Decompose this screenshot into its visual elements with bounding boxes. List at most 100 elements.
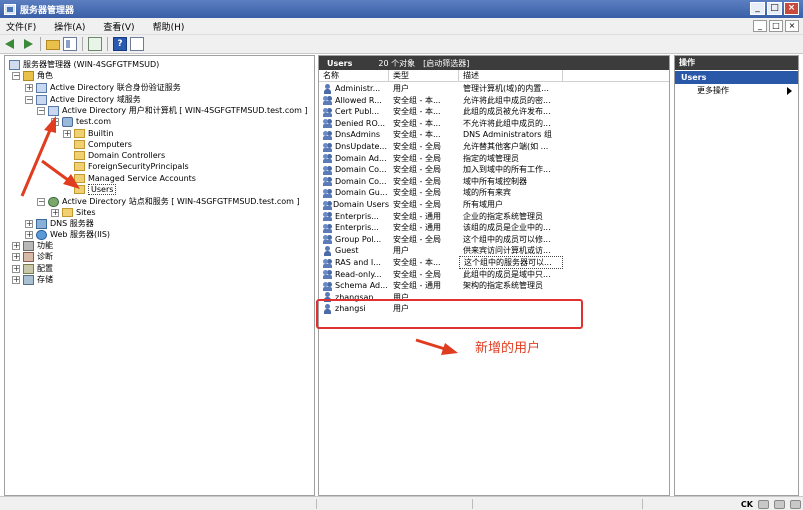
collapse-icon[interactable]: −	[37, 197, 45, 206]
menu-view[interactable]: 查看(V)	[103, 20, 134, 33]
row-name-cell: Enterpris...	[319, 223, 389, 233]
close-button[interactable]: ×	[784, 2, 799, 15]
group-icon	[323, 211, 332, 222]
filter-link[interactable]: [启动筛选器]	[423, 58, 469, 69]
input-method-indicator[interactable]: CK	[741, 500, 753, 509]
tree-node[interactable]: − test.com	[51, 116, 111, 127]
tree-node[interactable]: + Web 服务器(IIS)	[25, 229, 110, 240]
minimize-button[interactable]: _	[750, 2, 765, 15]
collapse-icon[interactable]: −	[25, 95, 33, 104]
tree-node[interactable]: + 存储	[12, 274, 53, 285]
table-row[interactable]: Group Pol... 安全组 - 全局 这个组中的成员可以修...	[319, 234, 563, 245]
expand-icon[interactable]: +	[25, 219, 33, 228]
row-name-cell: RAS and I...	[319, 258, 389, 268]
row-type: 安全组 - 全局	[393, 188, 441, 198]
table-row[interactable]: Schema Ad... 安全组 - 通用 架构的指定系统管理员	[319, 280, 563, 291]
expand-icon[interactable]: +	[12, 252, 20, 261]
toolbar-separator	[82, 37, 83, 51]
table-row[interactable]: Enterpris... 安全组 - 通用 企业的指定系统管理员	[319, 211, 563, 222]
row-type: 安全组 - 本...	[393, 258, 441, 267]
row-description: 指定的域管理员	[463, 153, 519, 163]
tree-node[interactable]: + 功能	[12, 240, 53, 251]
row-name: Administr...	[335, 84, 381, 93]
menu-help[interactable]: 帮助(H)	[153, 20, 185, 33]
collapse-icon[interactable]: −	[51, 117, 59, 126]
actions-section-users[interactable]: Users	[675, 71, 798, 84]
table-row[interactable]: Domain Co... 安全组 - 全局 加入到域中的所有工作...	[319, 164, 563, 175]
maximize-button[interactable]: □	[767, 2, 782, 15]
table-row[interactable]: Domain Co... 安全组 - 全局 域中所有域控制器	[319, 176, 563, 187]
show-hide-action-pane-icon[interactable]	[130, 37, 144, 51]
row-description: 该组的成员是企业中的...	[463, 223, 551, 233]
help-icon[interactable]: ?	[113, 37, 127, 51]
expand-icon[interactable]: +	[25, 230, 33, 239]
back-arrow-icon[interactable]	[4, 37, 18, 51]
row-name-cell: Domain Users	[319, 200, 389, 210]
tree-node[interactable]: Computers	[63, 139, 132, 150]
row-type: 安全组 - 全局	[393, 200, 441, 209]
menu-action[interactable]: 操作(A)	[54, 20, 85, 33]
tree-node[interactable]: Domain Controllers	[63, 150, 165, 161]
details-pane: Users 20 个对象 [启动筛选器] 名称 类型 描述 Administr.…	[318, 55, 670, 496]
tray-icon[interactable]	[758, 499, 769, 509]
mdi-close-button[interactable]: ×	[785, 20, 799, 32]
table-row[interactable]: Guest 用户 供来宾访问计算机或访...	[319, 245, 563, 256]
status-bar: CK	[0, 496, 803, 510]
row-name: Enterpris...	[335, 211, 379, 221]
tree-node[interactable]: Managed Service Accounts	[63, 173, 196, 184]
collapse-icon[interactable]: −	[12, 71, 20, 80]
show-hide-tree-icon[interactable]	[63, 37, 77, 51]
column-name[interactable]: 名称	[319, 70, 389, 81]
export-list-icon[interactable]	[88, 37, 102, 51]
mdi-restore-button[interactable]: □	[769, 20, 783, 32]
tree-node[interactable]: − 角色	[12, 70, 53, 81]
func-icon	[23, 240, 34, 251]
table-row[interactable]: DnsUpdate... 安全组 - 全局 允许替其他客户端(如 ...	[319, 141, 563, 152]
row-description: 加入到域中的所有工作...	[463, 165, 551, 175]
expand-icon[interactable]: +	[63, 129, 71, 138]
expand-icon[interactable]: +	[12, 264, 20, 273]
table-row[interactable]: Allowed R... 安全组 - 本... 允许将此组中成员的密...	[319, 95, 563, 106]
tree-node[interactable]: 服务器管理器 (WIN-4SGFGTFMSUD)	[9, 59, 159, 70]
tree-node[interactable]: Users	[63, 184, 117, 195]
column-type[interactable]: 类型	[389, 70, 459, 81]
tree-node[interactable]: ForeignSecurityPrincipals	[63, 161, 189, 172]
group-icon	[323, 176, 332, 187]
tree-node[interactable]: + Builtin	[63, 128, 113, 139]
navigation-tree[interactable]: 服务器管理器 (WIN-4SGFGTFMSUD) − 角色 + Active Direc…	[4, 55, 315, 496]
more-actions-item[interactable]: 更多操作	[675, 84, 798, 97]
table-row[interactable]: Cert Publ... 安全组 - 本... 此组的成员被允许发布...	[319, 106, 563, 117]
column-description[interactable]: 描述	[459, 70, 563, 81]
table-row[interactable]: Domain Ad... 安全组 - 全局 指定的域管理员	[319, 153, 563, 164]
tree-node[interactable]: + Sites	[51, 207, 96, 218]
table-row[interactable]: Enterpris... 安全组 - 通用 该组的成员是企业中的...	[319, 222, 563, 233]
tree-node[interactable]: + 配置	[12, 263, 53, 274]
tree-node[interactable]: − Active Directory 站点和服务 [ WIN-4SGFGTFMSU…	[37, 196, 300, 207]
table-row[interactable]: Read-only... 安全组 - 全局 此组中的成员是域中只...	[319, 269, 563, 280]
up-folder-icon[interactable]	[46, 40, 60, 50]
group-icon	[323, 153, 332, 164]
tree-node[interactable]: + 诊断	[12, 251, 53, 262]
menu-file[interactable]: 文件(F)	[6, 20, 36, 33]
tree-node[interactable]: + DNS 服务器	[25, 218, 94, 229]
forward-arrow-icon[interactable]	[21, 37, 35, 51]
mdi-minimize-button[interactable]: _	[753, 20, 767, 32]
expand-icon[interactable]: +	[12, 241, 20, 250]
menu-bar: 文件(F) 操作(A) 查看(V) 帮助(H) _ □ ×	[0, 18, 803, 35]
table-row[interactable]: DnsAdmins 安全组 - 本... DNS Administrators 组	[319, 129, 563, 140]
tree-node[interactable]: − Active Directory 域服务	[25, 94, 141, 105]
tree-node[interactable]: + Active Directory 联合身份验证服务	[25, 82, 181, 93]
tree-node[interactable]: − Active Directory 用户和计算机 [ WIN-4SGFGTFMS…	[37, 105, 308, 116]
table-row[interactable]: Denied RO... 安全组 - 本... 不允许将此组中成员的...	[319, 118, 563, 129]
table-row[interactable]: Domain Users 安全组 - 全局 所有域用户	[319, 199, 563, 210]
table-row[interactable]: Domain Gu... 安全组 - 全局 域的所有来宾	[319, 187, 563, 198]
collapse-icon[interactable]: −	[37, 106, 45, 115]
expand-icon[interactable]: +	[51, 208, 59, 217]
tray-icon[interactable]	[790, 499, 801, 509]
expand-icon[interactable]: +	[25, 83, 33, 92]
table-row[interactable]: RAS and I... 安全组 - 本... 这个组中的服务器可以...	[319, 256, 563, 269]
table-row[interactable]: Administr... 用户 管理计算机(域)的内置...	[319, 83, 563, 94]
expand-icon[interactable]: +	[12, 275, 20, 284]
row-description: 域的所有来宾	[463, 188, 511, 198]
tray-icon[interactable]	[774, 499, 785, 509]
